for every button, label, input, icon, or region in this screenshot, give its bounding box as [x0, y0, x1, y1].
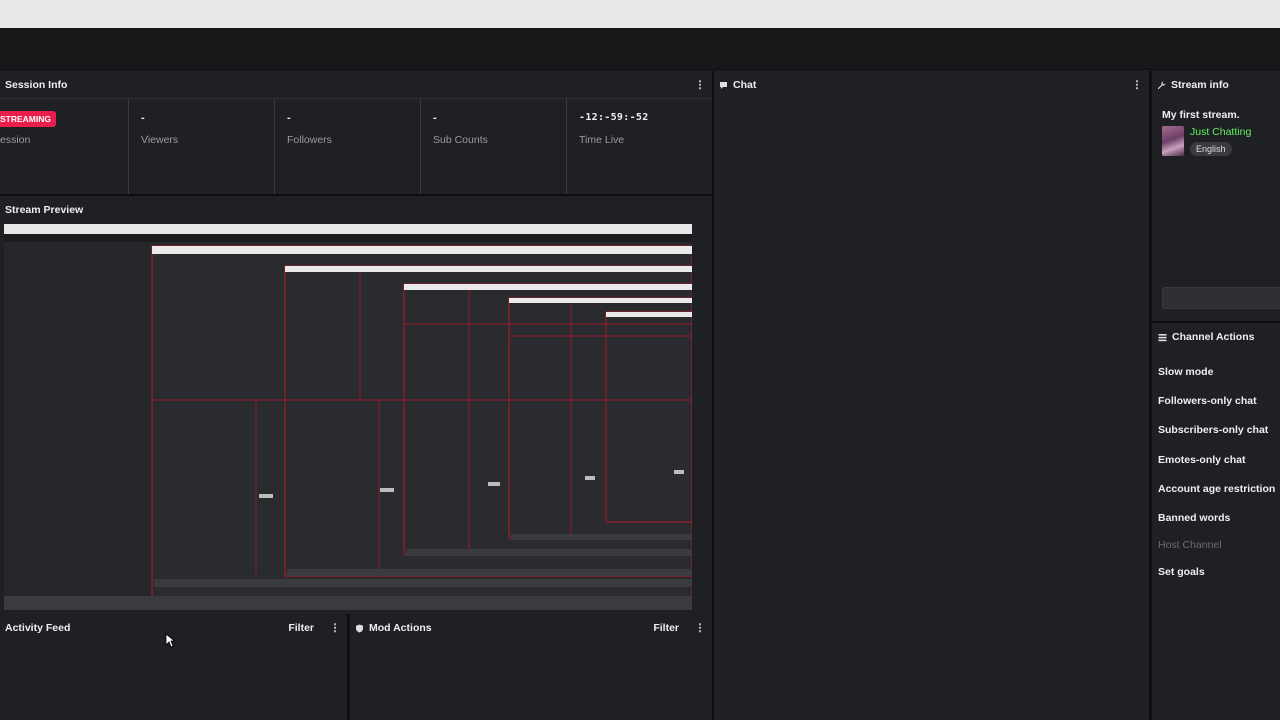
wrench-icon — [1157, 81, 1166, 89]
viewers-value: - — [141, 112, 145, 124]
stream-category[interactable]: Just Chatting — [1190, 126, 1251, 138]
time-live-label: Time Live — [579, 134, 625, 146]
mouse-cursor-icon — [165, 633, 175, 648]
followers-value: - — [287, 112, 291, 124]
divider-session-preview[interactable] — [0, 194, 712, 196]
mod-actions-header: Mod Actions Filter ⋮ — [350, 614, 712, 642]
stat-followers: - Followers — [274, 99, 420, 194]
channel-actions-title: Channel Actions — [1172, 331, 1255, 343]
divider-activity-mod[interactable] — [347, 614, 350, 720]
channel-actions-panel: Channel Actions Slow mode Followers-only… — [1152, 323, 1280, 720]
divider-chat-right[interactable] — [1149, 71, 1152, 720]
sub-counts-label: Sub Counts — [433, 134, 488, 146]
action-subscribers-only-chat[interactable]: Subscribers-only chat — [1158, 416, 1274, 445]
shield-icon — [356, 624, 363, 632]
language-tag: English — [1190, 142, 1232, 156]
followers-label: Followers — [287, 134, 332, 146]
mod-actions-panel: Mod Actions Filter ⋮ — [350, 614, 712, 720]
divider-info-actions[interactable] — [1152, 321, 1280, 323]
stat-viewers: - Viewers — [128, 99, 274, 194]
session-info-header: Session Info ⋮ — [0, 71, 712, 99]
preview-recursive-screen-image — [4, 224, 692, 610]
chat-title: Chat — [733, 79, 757, 91]
chat-bubble-icon — [720, 81, 727, 89]
action-slow-mode[interactable]: Slow mode — [1158, 357, 1274, 386]
action-host-channel: Host Channel — [1158, 539, 1222, 552]
browser-top-strip — [0, 0, 1280, 28]
sub-counts-value: - — [433, 112, 437, 124]
viewers-label: Viewers — [141, 134, 179, 146]
streaming-badge: STREAMING — [0, 111, 56, 127]
session-info-panel: Session Info ⋮ STREAMING ession - Viewer… — [0, 71, 712, 194]
session-info-menu-icon[interactable]: ⋮ — [693, 79, 707, 91]
activity-filter-button[interactable]: Filter — [288, 622, 314, 634]
session-stats: STREAMING ession - Viewers - Followers -… — [0, 99, 712, 194]
mod-actions-menu-icon[interactable]: ⋮ — [693, 622, 707, 634]
activity-feed-title: Activity Feed — [5, 622, 71, 634]
stream-preview-title: Stream Preview — [5, 204, 84, 216]
stream-info-header: Stream info — [1152, 71, 1280, 99]
stream-info-title: Stream info — [1171, 79, 1229, 91]
action-account-age-restriction[interactable]: Account age restriction — [1158, 474, 1275, 503]
session-info-title: Session Info — [5, 78, 68, 91]
chat-panel: Chat ⋮ — [714, 71, 1149, 720]
mod-filter-button[interactable]: Filter — [653, 622, 679, 634]
stream-info-edit-field[interactable] — [1162, 287, 1280, 309]
action-banned-words[interactable]: Banned words — [1158, 503, 1274, 532]
chat-header: Chat ⋮ — [714, 71, 1149, 99]
stream-preview-video[interactable] — [4, 224, 692, 610]
session-label: ession — [0, 134, 31, 146]
channel-actions-list: Slow mode Followers-only chat Subscriber… — [1152, 351, 1280, 593]
divider-chat-left[interactable] — [712, 71, 714, 720]
dashboard-toolbar — [0, 28, 1280, 70]
action-set-goals[interactable]: Set goals — [1158, 558, 1274, 587]
stream-preview-header: Stream Preview — [0, 196, 712, 224]
stat-session: STREAMING ession — [0, 99, 128, 194]
action-emotes-only-chat[interactable]: Emotes-only chat — [1158, 445, 1274, 474]
channel-actions-header: Channel Actions — [1152, 323, 1280, 351]
stat-sub-counts: - Sub Counts — [420, 99, 566, 194]
category-box-art — [1162, 126, 1184, 156]
stream-preview-panel: Stream Preview — [0, 196, 712, 614]
stat-time-live: -12:-59:-52 Time Live — [566, 99, 712, 194]
activity-feed-menu-icon[interactable]: ⋮ — [328, 622, 342, 634]
actions-list-icon — [1158, 333, 1167, 341]
action-followers-only-chat[interactable]: Followers-only chat — [1158, 386, 1274, 415]
stream-title: My first stream. — [1162, 109, 1240, 121]
time-live-value: -12:-59:-52 — [579, 112, 649, 123]
activity-feed-panel: Activity Feed Filter ⋮ — [0, 614, 347, 720]
mod-actions-title: Mod Actions — [369, 622, 432, 634]
stream-info-panel: Stream info My first stream. Just Chatti… — [1152, 71, 1280, 321]
chat-menu-icon[interactable]: ⋮ — [1130, 79, 1144, 91]
